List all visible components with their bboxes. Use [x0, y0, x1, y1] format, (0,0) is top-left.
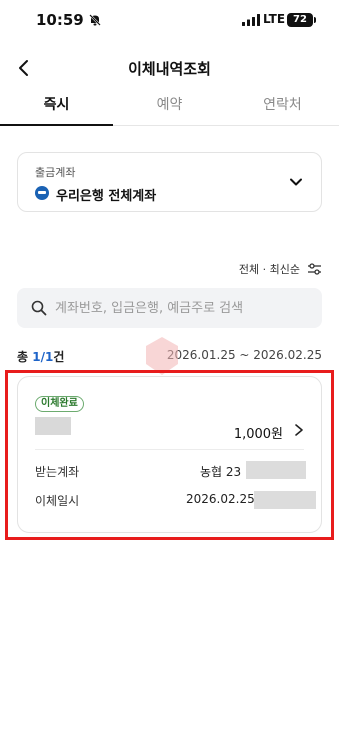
- account-value: 우리은행 전체계좌: [56, 189, 157, 204]
- highlight-frame: [5, 370, 334, 540]
- battery-tip: [314, 17, 316, 23]
- header: 이체내역조회: [0, 50, 339, 86]
- tab-instant[interactable]: 즉시: [0, 94, 113, 126]
- bell-off-icon: [89, 14, 101, 26]
- filter-icon: [308, 263, 321, 275]
- count-value: 1/1: [32, 350, 54, 364]
- signal-icon: [242, 14, 260, 26]
- status-bar: 10:59 LTE 72: [0, 0, 339, 44]
- sort-label: 전체 · 최신순: [238, 263, 300, 276]
- sort-filter[interactable]: 전체 · 최신순: [202, 261, 322, 277]
- search-icon: [31, 300, 47, 316]
- count-prefix: 총: [17, 350, 33, 364]
- search-box: [17, 288, 322, 328]
- network-type: LTE: [263, 12, 286, 26]
- status-time: 10:59: [36, 11, 84, 29]
- account-selector[interactable]: 출금계좌 우리은행 전체계좌: [17, 152, 322, 212]
- bank-logo-icon: [35, 186, 49, 200]
- page-title: 이체내역조회: [128, 60, 211, 78]
- tab-scheduled[interactable]: 예약: [113, 94, 226, 125]
- count-suffix: 건: [53, 350, 65, 364]
- date-range: 2026.01.25 ~ 2026.02.25: [166, 348, 322, 362]
- battery-icon: 72: [287, 13, 313, 27]
- tab-bar: 즉시 예약 연락처: [0, 94, 339, 126]
- tab-contacts[interactable]: 연락처: [226, 94, 339, 125]
- search-input[interactable]: [55, 288, 310, 328]
- chevron-down-icon: [290, 178, 302, 186]
- result-count: 총 1/1건: [17, 348, 64, 365]
- account-label: 출금계좌: [35, 166, 76, 179]
